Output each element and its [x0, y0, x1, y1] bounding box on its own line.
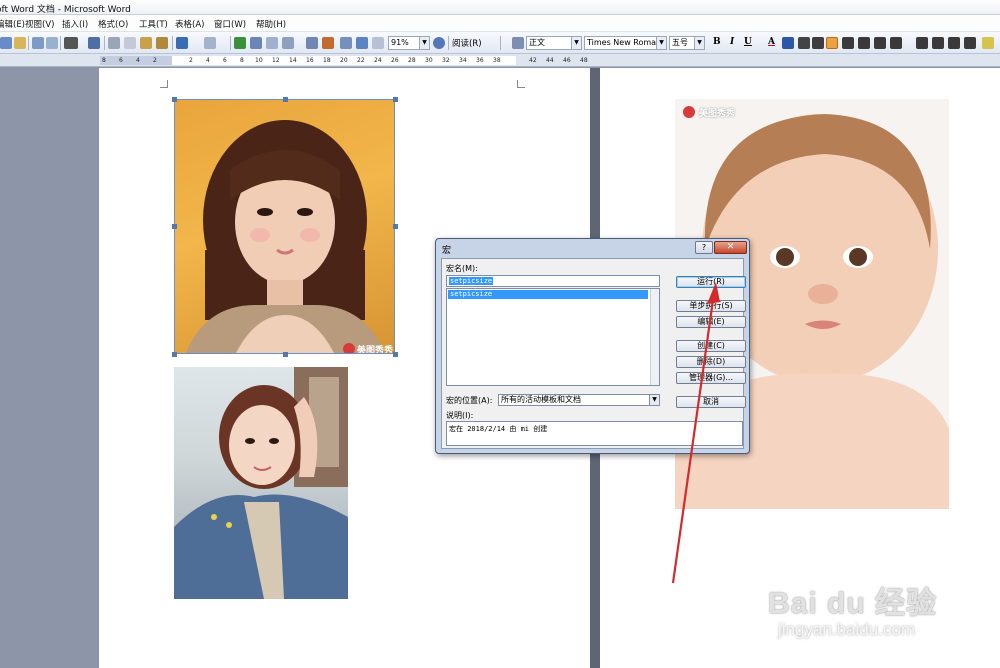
annotation-arrow [671, 282, 720, 584]
word-window: oft Word 文档 - Microsoft Word 编辑(E) 视图(V)… [0, 0, 1000, 668]
arrow-head [707, 282, 720, 304]
arrow-shaft [671, 299, 715, 584]
baidu-jingyan-watermark: Bai du 经验 [768, 587, 938, 620]
baidu-jingyan-url: jingyan.baidu.com [778, 620, 916, 639]
